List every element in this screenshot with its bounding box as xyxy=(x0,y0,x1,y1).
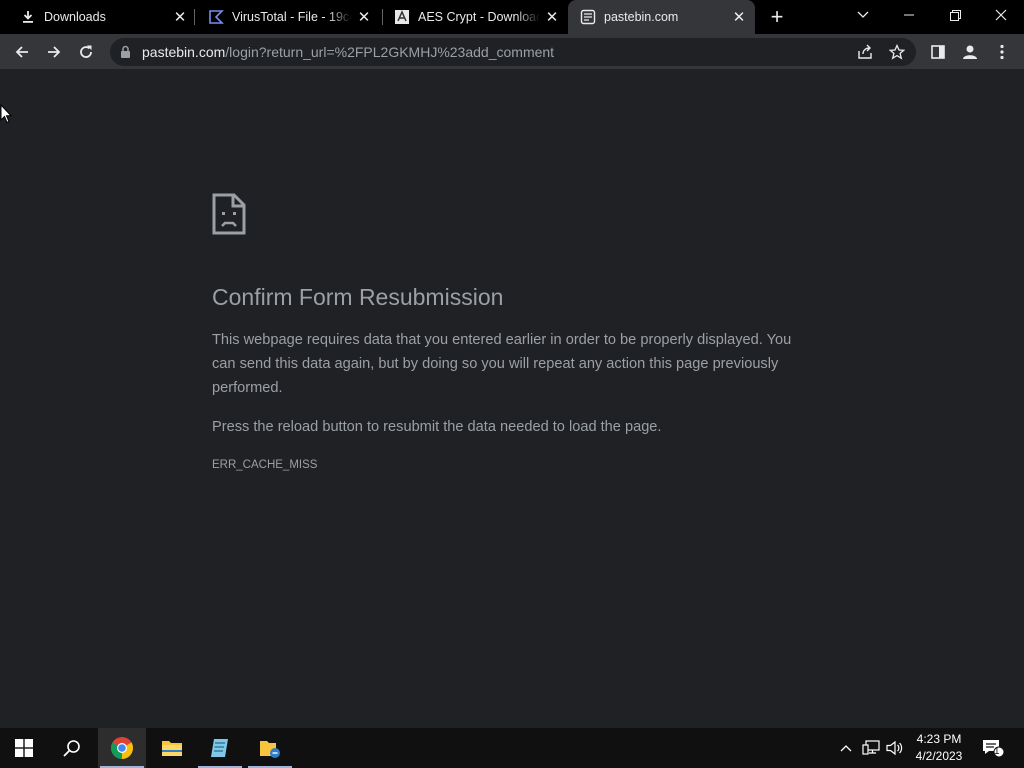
url-text: pastebin.com/login?return_url=%2FPL2GKMH… xyxy=(142,44,554,60)
show-hidden-icons-button[interactable] xyxy=(836,728,856,768)
error-heading: Confirm Form Resubmission xyxy=(212,284,504,310)
action-center-button[interactable]: 1 xyxy=(980,728,1006,768)
error-code: ERR_CACHE_MISS xyxy=(212,459,318,471)
kebab-menu-icon xyxy=(1000,44,1004,60)
reload-button[interactable] xyxy=(72,38,100,66)
new-tab-button[interactable]: + xyxy=(765,4,789,29)
folder-icon xyxy=(162,741,182,756)
close-tab-icon[interactable]: ✕ xyxy=(172,9,188,26)
taskbar-app[interactable] xyxy=(196,728,244,768)
volume-icon xyxy=(886,740,903,756)
chrome-icon xyxy=(111,737,133,759)
url-path: /login?return_url=%2FPL2GKMHJ%23add_comm… xyxy=(225,44,555,60)
taskbar-clock[interactable]: 4:23 PM 4/2/2023 xyxy=(908,731,970,765)
taskbar-file-explorer[interactable] xyxy=(148,728,196,768)
back-button[interactable] xyxy=(8,38,36,66)
arrow-right-icon xyxy=(48,46,61,58)
share-icon[interactable] xyxy=(856,43,874,61)
chevron-down-icon xyxy=(857,11,869,18)
mouse-cursor-icon xyxy=(0,103,13,129)
address-bar[interactable]: pastebin.com/login?return_url=%2FPL2GKMH… xyxy=(110,38,916,66)
tab-title: AES Crypt - Downloads xyxy=(418,10,540,24)
close-window-button[interactable] xyxy=(978,0,1024,30)
search-button[interactable] xyxy=(48,728,96,768)
search-icon xyxy=(63,740,80,757)
start-button[interactable] xyxy=(0,728,48,768)
network-button[interactable] xyxy=(860,728,882,768)
close-icon xyxy=(995,9,1007,21)
close-tab-icon[interactable]: ✕ xyxy=(544,9,560,26)
chevron-up-icon xyxy=(840,745,852,752)
side-panel-button[interactable] xyxy=(924,38,952,66)
restore-button[interactable] xyxy=(932,0,978,30)
tab-virustotal[interactable]: VirusTotal - File - 19c4 ✕ xyxy=(196,0,380,34)
lock-icon[interactable] xyxy=(120,45,131,64)
forward-button[interactable] xyxy=(40,38,68,66)
taskbar: 4:23 PM 4/2/2023 1 xyxy=(0,728,1024,768)
minimize-icon xyxy=(904,14,914,16)
tab-title: pastebin.com xyxy=(604,10,679,24)
notification-count: 1 xyxy=(994,746,1000,757)
pastebin-icon xyxy=(580,9,596,25)
error-message: This webpage requires data that you ente… xyxy=(212,332,792,396)
clock-date: 4/2/2023 xyxy=(915,749,963,763)
virustotal-icon xyxy=(208,9,224,25)
close-tab-icon[interactable]: ✕ xyxy=(356,9,372,26)
tab-separator xyxy=(194,9,195,25)
tab-search-button[interactable] xyxy=(840,0,886,30)
taskbar-folder-app[interactable] xyxy=(246,728,294,768)
tab-downloads[interactable]: Downloads ✕ xyxy=(0,0,192,34)
restore-icon xyxy=(949,9,961,21)
profile-icon xyxy=(963,45,977,59)
minimize-button[interactable] xyxy=(886,0,932,30)
folder-app-icon xyxy=(260,741,280,758)
bookmark-star-icon[interactable] xyxy=(888,43,906,61)
download-icon xyxy=(20,9,36,25)
side-panel-icon xyxy=(931,45,945,59)
tab-separator xyxy=(382,9,383,25)
aescrypt-icon xyxy=(394,9,410,25)
clock-time: 4:23 PM xyxy=(916,732,962,746)
error-instruction: Press the reload button to resubmit the … xyxy=(212,419,662,435)
notification-icon xyxy=(983,740,1004,758)
taskbar-chrome[interactable] xyxy=(98,728,146,768)
network-icon xyxy=(862,740,880,755)
tab-strip: Downloads ✕ VirusTotal - File - 19c4 ✕ A… xyxy=(0,0,1024,34)
url-host: pastebin.com xyxy=(142,44,226,60)
tab-aescrypt[interactable]: AES Crypt - Downloads ✕ xyxy=(384,0,568,34)
browser-toolbar: pastebin.com/login?return_url=%2FPL2GKMH… xyxy=(0,34,1024,70)
profile-button[interactable] xyxy=(956,38,984,66)
reload-icon xyxy=(80,45,92,58)
windows-icon xyxy=(15,739,33,757)
menu-button[interactable] xyxy=(988,38,1016,66)
sad-document-icon xyxy=(212,193,246,240)
notepad-icon xyxy=(211,739,228,757)
arrow-left-icon xyxy=(15,46,28,58)
tab-title: VirusTotal - File - 19c4 xyxy=(232,10,352,24)
error-page: Confirm Form Resubmission This webpage r… xyxy=(0,70,1024,728)
volume-button[interactable] xyxy=(884,728,906,768)
tab-pastebin[interactable]: pastebin.com ✕ xyxy=(568,0,755,34)
close-tab-icon[interactable]: ✕ xyxy=(731,9,747,26)
tab-title: Downloads xyxy=(44,10,106,24)
